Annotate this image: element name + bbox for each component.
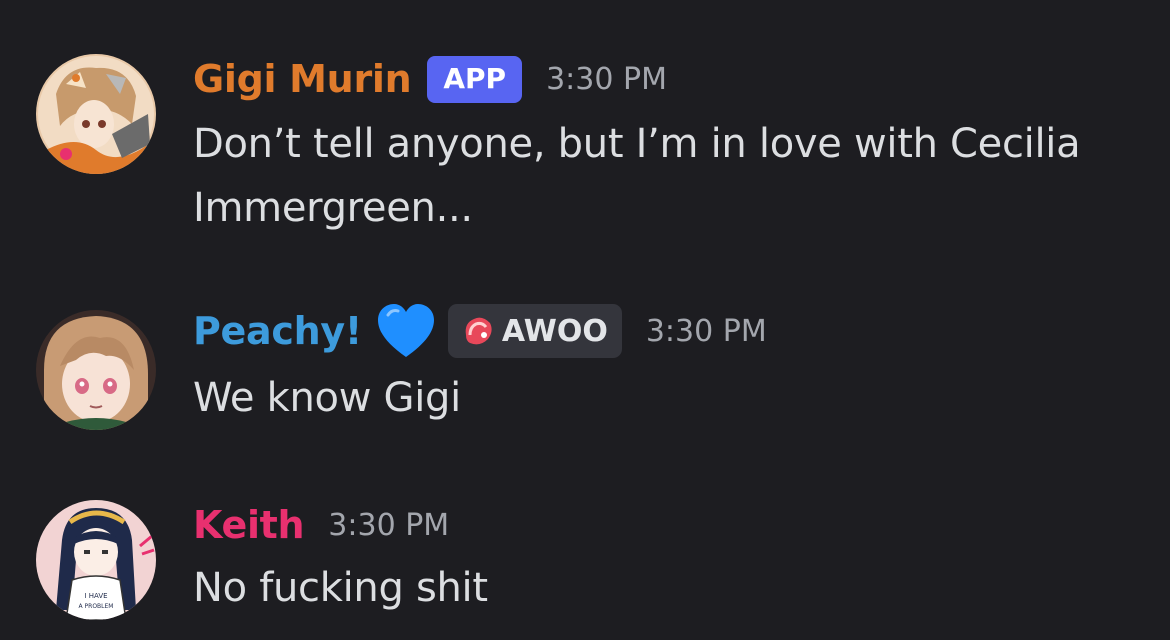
username[interactable]: Peachy! [193,309,362,353]
message-content: Don’t tell anyone, but I’m in love with … [193,121,1081,231]
username[interactable]: Gigi Murin [193,57,412,101]
avatar[interactable] [36,310,156,430]
blue-heart-icon [376,303,436,359]
app-badge: APP [427,55,523,103]
message-header: Peachy! AWOO 3:30 PM [193,302,767,360]
message-timestamp[interactable]: 3:30 PM [546,62,667,97]
message-timestamp[interactable]: 3:30 PM [328,508,449,543]
chat-message: Peachy! AWOO 3:30 PM We know Gigi [0,300,1170,440]
chat-message: Gigi Murin APP 3:30 PM Don’t tell anyone… [0,0,1170,260]
chat-message: I HAVE A PROBLEM Keith 3:30 PM No fuckin… [0,490,1170,640]
message-timestamp[interactable]: 3:30 PM [646,314,767,349]
message-content: We know Gigi [193,375,461,421]
message-header: Keith 3:30 PM [193,502,449,548]
svg-text:I HAVE: I HAVE [84,592,107,600]
peachy-avatar-icon [36,310,156,430]
message-header: Gigi Murin APP 3:30 PM [193,54,667,104]
gigi-avatar-icon [36,54,156,174]
chat-message-list: Gigi Murin APP 3:30 PM Don’t tell anyone… [0,0,1170,640]
avatar[interactable]: I HAVE A PROBLEM [36,500,156,620]
message-content: No fucking shit [193,565,488,611]
guild-tag[interactable]: AWOO [447,304,622,358]
username[interactable]: Keith [193,503,305,547]
meat-icon [460,313,496,349]
keith-avatar-icon: I HAVE A PROBLEM [36,500,156,620]
svg-text:A PROBLEM: A PROBLEM [79,603,114,610]
guild-tag-label: AWOO [501,313,608,349]
avatar[interactable] [36,54,156,174]
